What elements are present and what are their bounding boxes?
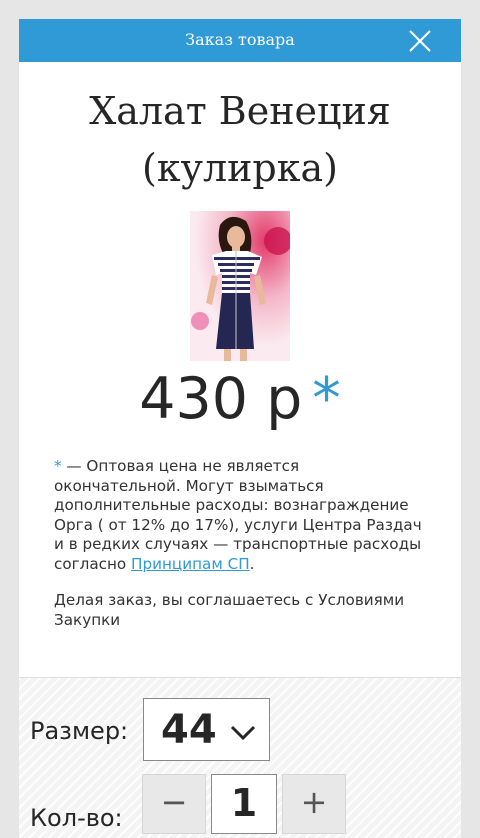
price-asterisk: *: [312, 366, 341, 432]
notice-end: .: [249, 554, 255, 573]
chevron-down-icon: [230, 725, 256, 741]
price: 430 р *: [19, 361, 461, 437]
dialog-header: Заказ товара: [19, 19, 461, 62]
agreement-text: Делая заказ, вы соглашаетесь с Условиями…: [54, 591, 405, 629]
product-image[interactable]: [190, 211, 290, 361]
size-label: Размер:: [30, 717, 129, 745]
order-form: Размер: 44 Кол-во: − 1 +: [19, 677, 461, 838]
principles-link[interactable]: Принципам СП: [131, 555, 250, 573]
product-title: Халат Венеция (кулирка): [19, 83, 461, 197]
order-dialog: Заказ товара Халат Венеция (кулирка) 430…: [19, 19, 461, 838]
price-notice: * — Оптовая цена не является окончательн…: [54, 457, 429, 574]
quantity-input[interactable]: 1: [211, 774, 277, 834]
product-title-line2: (кулирка): [142, 146, 338, 190]
quantity-label: Кол-во:: [30, 804, 123, 832]
price-value: 430 р: [139, 366, 303, 432]
dialog-title: Заказ товара: [185, 30, 295, 49]
close-button[interactable]: [405, 26, 435, 56]
size-select[interactable]: 44: [143, 698, 270, 761]
product-title-line1: Халат Венеция: [89, 89, 391, 133]
quantity-increase-button[interactable]: +: [282, 774, 346, 834]
close-icon: [409, 30, 431, 52]
notice-asterisk: *: [54, 457, 62, 475]
size-value: 44: [161, 707, 217, 753]
product-photo: [190, 211, 290, 361]
quantity-decrease-button[interactable]: −: [142, 774, 206, 834]
